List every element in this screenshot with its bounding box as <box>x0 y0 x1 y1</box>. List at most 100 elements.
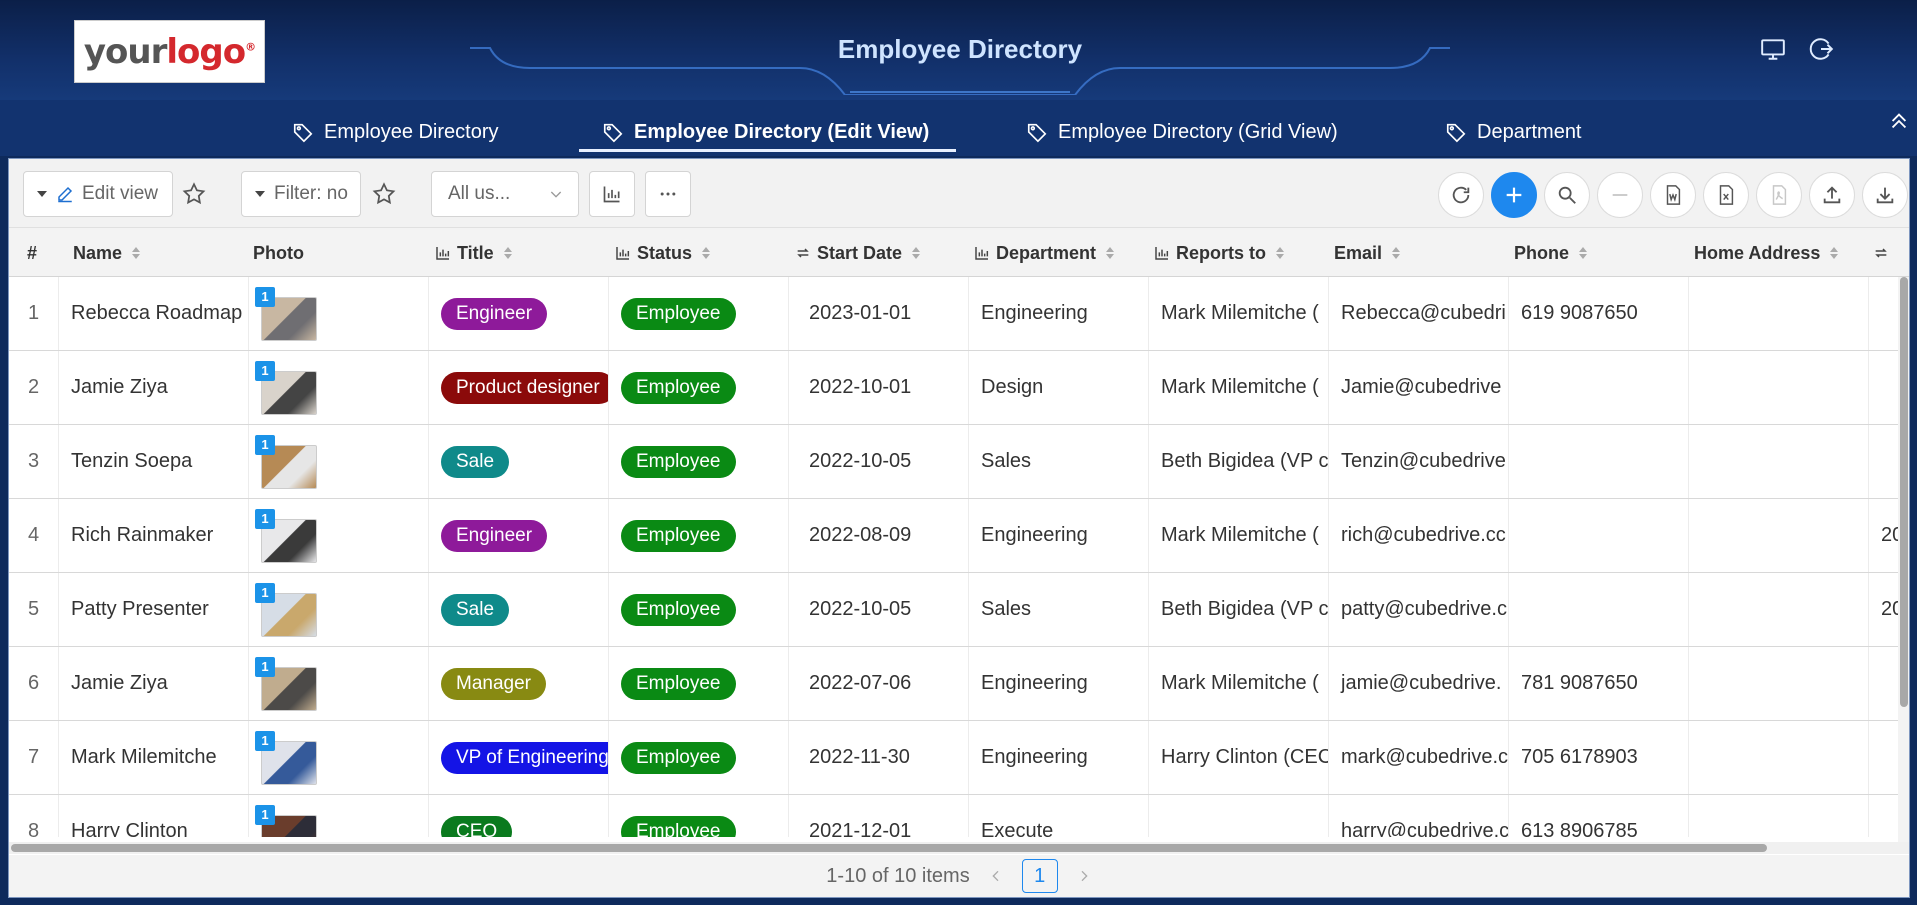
table-row[interactable]: 2 Jamie Ziya 1 Product designer Employee 2022… <box>9 351 1899 425</box>
table-row[interactable]: 6 Jamie Ziya 1 Manager Employee 2022-07-06 Eng… <box>9 647 1899 721</box>
cell-status[interactable]: Employee <box>609 425 789 498</box>
cell-title[interactable]: Manager <box>429 647 609 720</box>
cell-title[interactable]: Engineer <box>429 277 609 350</box>
collapse-up-icon[interactable] <box>1888 110 1910 132</box>
favorite-star-icon[interactable] <box>371 181 397 207</box>
cell-title[interactable]: CEO <box>429 795 609 837</box>
download-button[interactable] <box>1862 172 1908 218</box>
column-header-home-address[interactable]: Home Address <box>1694 228 1842 278</box>
logout-icon[interactable] <box>1808 36 1834 62</box>
chart-button[interactable] <box>589 171 635 217</box>
add-button[interactable] <box>1491 172 1537 218</box>
cell-phone[interactable] <box>1509 351 1689 424</box>
cell-phone[interactable]: 705 6178903 <box>1509 721 1689 794</box>
cell-photo[interactable]: 1 <box>249 351 429 424</box>
cell-phone[interactable] <box>1509 425 1689 498</box>
photo-thumbnail[interactable]: 1 <box>255 508 321 563</box>
cell-num[interactable]: 7 <box>9 721 59 794</box>
cell-name[interactable]: Patty Presenter <box>59 573 249 646</box>
cell-name[interactable]: Tenzin Soepa <box>59 425 249 498</box>
cell-start[interactable]: 2022-11-30 <box>789 721 969 794</box>
cell-extra[interactable] <box>1869 425 1899 498</box>
cell-extra[interactable] <box>1869 721 1899 794</box>
sort-icon[interactable] <box>698 245 714 261</box>
cell-home[interactable] <box>1689 277 1869 350</box>
column-header-status[interactable]: Status <box>615 228 714 278</box>
cell-extra[interactable]: 20 <box>1869 499 1899 572</box>
cell-status[interactable]: Employee <box>609 573 789 646</box>
table-row[interactable]: 3 Tenzin Soepa 1 Sale Employee 2022-10-05 Sale… <box>9 425 1899 499</box>
photo-thumbnail[interactable]: 1 <box>255 656 321 711</box>
cell-title[interactable]: Sale <box>429 573 609 646</box>
cell-photo[interactable]: 1 <box>249 795 429 837</box>
column-header-name[interactable]: Name <box>73 228 144 278</box>
cell-num[interactable]: 3 <box>9 425 59 498</box>
cell-email[interactable]: jamie@cubedrive. <box>1329 647 1509 720</box>
refresh-button[interactable] <box>1438 172 1484 218</box>
cell-phone[interactable]: 781 9087650 <box>1509 647 1689 720</box>
page-button-current[interactable]: 1 <box>1021 859 1058 893</box>
cell-phone[interactable] <box>1509 573 1689 646</box>
column-header-truncated[interactable] <box>1873 228 1889 278</box>
column-header-photo[interactable]: Photo <box>253 228 304 278</box>
cell-num[interactable]: 4 <box>9 499 59 572</box>
cell-title[interactable]: VP of Engineering <box>429 721 609 794</box>
sort-icon[interactable] <box>1272 245 1288 261</box>
cell-num[interactable]: 2 <box>9 351 59 424</box>
cell-extra[interactable] <box>1869 277 1899 350</box>
cell-email[interactable]: harry@cubedrive.c <box>1329 795 1509 837</box>
photo-thumbnail[interactable]: 1 <box>255 730 321 785</box>
photo-thumbnail[interactable]: 1 <box>255 434 321 489</box>
cell-name[interactable]: Rich Rainmaker <box>59 499 249 572</box>
cell-start[interactable]: 2023-01-01 <box>789 277 969 350</box>
cell-start[interactable]: 2022-08-09 <box>789 499 969 572</box>
cell-email[interactable]: Tenzin@cubedrive <box>1329 425 1509 498</box>
cell-start[interactable]: 2022-10-05 <box>789 573 969 646</box>
cell-phone[interactable] <box>1509 499 1689 572</box>
cell-dept[interactable]: Engineering <box>969 277 1149 350</box>
cell-num[interactable]: 8 <box>9 795 59 837</box>
cell-reports[interactable] <box>1149 795 1329 837</box>
cell-dept[interactable]: Sales <box>969 425 1149 498</box>
cell-email[interactable]: mark@cubedrive.c <box>1329 721 1509 794</box>
cell-reports[interactable]: Beth Bigidea (VP c <box>1149 573 1329 646</box>
cell-name[interactable]: Jamie Ziya <box>59 351 249 424</box>
photo-thumbnail[interactable]: 1 <box>255 286 321 341</box>
cell-status[interactable]: Employee <box>609 499 789 572</box>
vertical-scroll-thumb[interactable] <box>1900 277 1908 707</box>
cell-photo[interactable]: 1 <box>249 425 429 498</box>
cell-email[interactable]: Rebecca@cubedri <box>1329 277 1509 350</box>
cell-reports[interactable]: Mark Milemitche ( <box>1149 647 1329 720</box>
cell-start[interactable]: 2022-10-01 <box>789 351 969 424</box>
sort-icon[interactable] <box>1388 245 1404 261</box>
cell-num[interactable]: 6 <box>9 647 59 720</box>
cell-photo[interactable]: 1 <box>249 573 429 646</box>
cell-home[interactable] <box>1689 499 1869 572</box>
photo-thumbnail[interactable]: 1 <box>255 582 321 637</box>
edit-view-dropdown[interactable]: Edit view <box>23 171 173 217</box>
photo-thumbnail[interactable]: 1 <box>255 804 321 837</box>
cell-start[interactable]: 2022-07-06 <box>789 647 969 720</box>
cell-name[interactable]: Rebecca Roadmap <box>59 277 249 350</box>
cell-dept[interactable]: Design <box>969 351 1149 424</box>
cell-photo[interactable]: 1 <box>249 277 429 350</box>
tab-employee-directory-grid-view[interactable]: Employee Directory (Grid View) <box>1016 112 1348 152</box>
table-row[interactable]: 8 Harry Clinton 1 CEO Employee 2021-12-01 Exec… <box>9 795 1899 837</box>
favorite-star-icon[interactable] <box>181 181 207 207</box>
column-header-department[interactable]: Department <box>974 228 1118 278</box>
cell-extra[interactable] <box>1869 647 1899 720</box>
column-header-title[interactable]: Title <box>435 228 516 278</box>
cell-start[interactable]: 2021-12-01 <box>789 795 969 837</box>
photo-thumbnail[interactable]: 1 <box>255 360 321 415</box>
table-row[interactable]: 7 Mark Milemitche 1 VP of Engineering Employ… <box>9 721 1899 795</box>
cell-extra[interactable] <box>1869 795 1899 837</box>
scope-select[interactable]: All us... <box>431 171 579 217</box>
cell-reports[interactable]: Harry Clinton (CEC <box>1149 721 1329 794</box>
cell-dept[interactable]: Engineering <box>969 499 1149 572</box>
cell-title[interactable]: Sale <box>429 425 609 498</box>
cell-name[interactable]: Harry Clinton <box>59 795 249 837</box>
export-excel-button[interactable] <box>1703 172 1749 218</box>
cell-reports[interactable]: Mark Milemitche ( <box>1149 277 1329 350</box>
delete-button[interactable] <box>1597 172 1643 218</box>
sort-icon[interactable] <box>1102 245 1118 261</box>
